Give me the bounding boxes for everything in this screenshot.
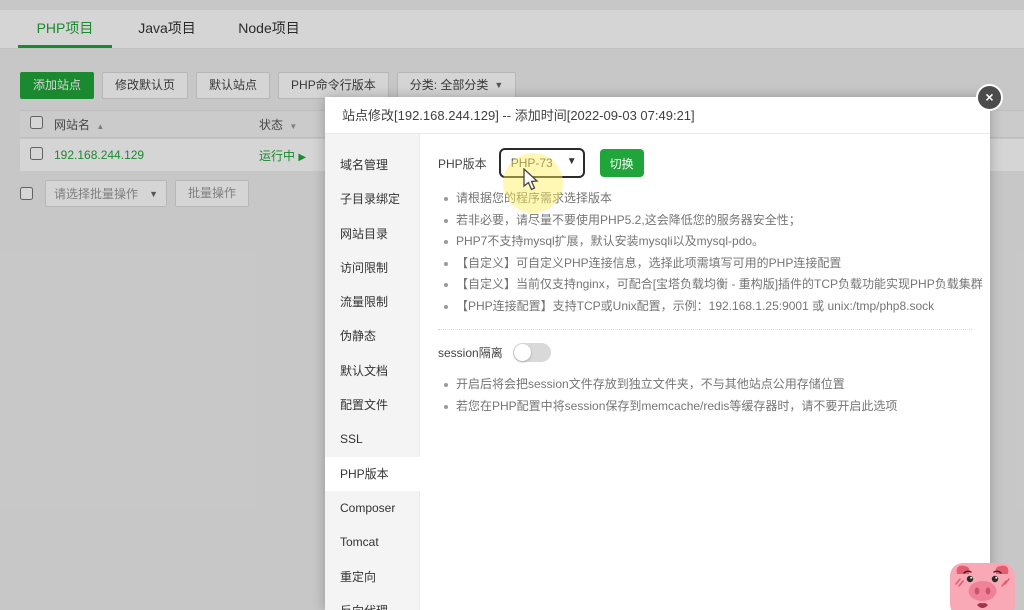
session-isolation-label: session隔离 <box>438 345 503 360</box>
sidebar-item-composer[interactable]: Composer <box>325 491 419 525</box>
sidebar-item-subdir-bind[interactable]: 子目录绑定 <box>325 182 419 216</box>
session-notes: 开启后将会把session文件存放到独立文件夹，不与其他站点公用存储位置 若您在… <box>442 374 972 417</box>
sidebar-item-traffic-limit[interactable]: 流量限制 <box>325 285 419 319</box>
note-item: 若非必要，请尽量不要使用PHP5.2,这会降低您的服务器安全性； <box>442 210 972 232</box>
modal-title: 站点修改[192.168.244.129] -- 添加时间[2022-09-03… <box>325 97 990 134</box>
note-item: PHP7不支持mysql扩展，默认安装mysqli以及mysql-pdo。 <box>442 231 972 253</box>
php-version-select[interactable]: PHP-73 <box>498 148 585 178</box>
note-item: 【自定义】当前仅支持nginx，可配合[宝塔负载均衡 - 重构版]插件的TCP负… <box>442 274 983 296</box>
sidebar-item-domain-manage[interactable]: 域名管理 <box>325 148 419 182</box>
sidebar-item-access-limit[interactable]: 访问限制 <box>325 251 419 285</box>
toggle-knob <box>513 343 531 361</box>
session-isolation-toggle[interactable] <box>512 342 551 362</box>
modal-sidebar: 域名管理 子目录绑定 网站目录 访问限制 流量限制 伪静态 默认文档 配置文件 … <box>325 134 420 610</box>
sidebar-item-reverse-proxy[interactable]: 反向代理 <box>325 594 419 610</box>
sidebar-item-php-version[interactable]: PHP版本 <box>325 456 420 491</box>
sidebar-item-default-doc[interactable]: 默认文档 <box>325 354 419 388</box>
sidebar-item-rewrite[interactable]: 伪静态 <box>325 319 419 353</box>
sidebar-item-config-file[interactable]: 配置文件 <box>325 388 419 422</box>
pig-logo-sticker <box>950 563 1015 610</box>
site-modify-modal: × 站点修改[192.168.244.129] -- 添加时间[2022-09-… <box>325 84 1003 610</box>
note-item: 【PHP连接配置】支持TCP或Unix配置，示例：192.168.1.25:90… <box>442 296 972 318</box>
sidebar-item-ssl[interactable]: SSL <box>325 422 419 456</box>
note-item: 开启后将会把session文件存放到独立文件夹，不与其他站点公用存储位置 <box>442 374 972 396</box>
close-icon[interactable]: × <box>976 84 1003 111</box>
php-version-notes: 请根据您的程序需求选择版本 若非必要，请尽量不要使用PHP5.2,这会降低您的服… <box>442 188 983 318</box>
php-version-label: PHP版本 <box>438 156 487 171</box>
note-item: 【自定义】可自定义PHP连接信息，选择此项需填写可用的PHP连接配置 <box>442 253 972 275</box>
note-item: 请根据您的程序需求选择版本 <box>442 188 972 210</box>
section-divider <box>438 329 972 330</box>
note-item: 若您在PHP配置中将session保存到memcache/redis等缓存器时，… <box>442 396 972 418</box>
sidebar-item-redirect[interactable]: 重定向 <box>325 560 419 594</box>
php-version-panel: PHP版本 PHP-73 ▼ 切换 请根据您的程序需求选择版本 若非必要，请尽量… <box>420 134 990 610</box>
sidebar-item-site-directory[interactable]: 网站目录 <box>325 217 419 251</box>
sidebar-item-tomcat[interactable]: Tomcat <box>325 525 419 559</box>
switch-php-version-button[interactable]: 切换 <box>599 149 644 177</box>
